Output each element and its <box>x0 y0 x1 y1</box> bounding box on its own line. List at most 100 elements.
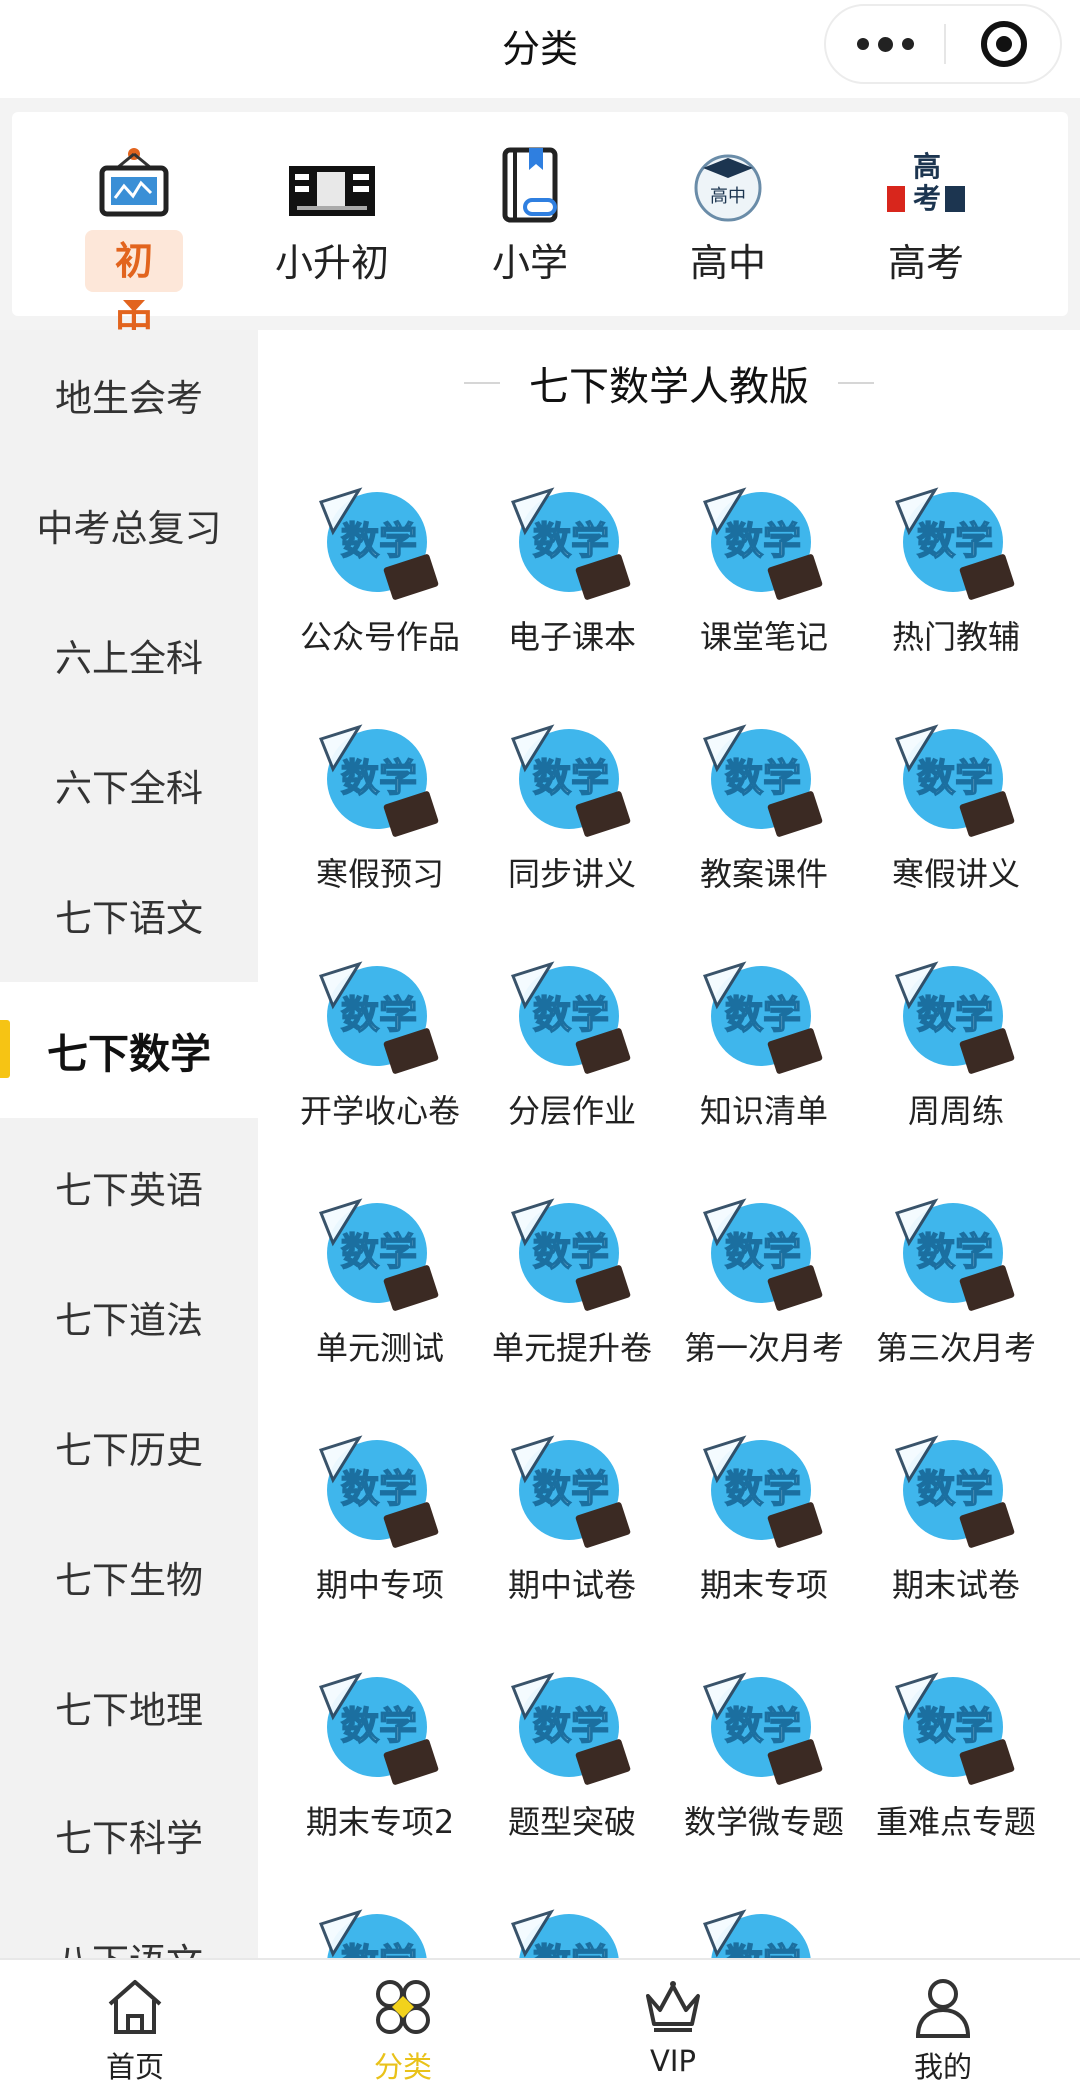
resource-tile[interactable]: 数学 期末专项2 <box>284 1665 476 1885</box>
math-subject-icon: 数学 <box>507 1665 637 1795</box>
level-label: 高考 <box>887 241 964 285</box>
nav-profile[interactable]: 我的 <box>808 1960 1078 2098</box>
level-label: 小学 <box>491 241 568 285</box>
resource-tile[interactable]: 数学 题型突破 <box>476 1665 668 1885</box>
sidebar-item[interactable]: 七下地理 <box>0 1642 258 1772</box>
resource-tile-label: 单元提升卷 <box>491 1329 652 1367</box>
math-subject-icon: 数学 <box>891 480 1021 610</box>
sidebar-item[interactable]: 七下生物 <box>0 1512 258 1642</box>
nav-home[interactable]: 首页 <box>0 1960 270 2098</box>
level-tab-junior-high[interactable]: 初中 <box>36 112 232 345</box>
level-tab-gaokao[interactable]: 高 考 高考 <box>828 112 1024 316</box>
math-subject-icon: 数学 <box>891 1428 1021 1558</box>
resource-tile[interactable]: 数学 单元测试 <box>284 1191 476 1411</box>
bottom-tab-bar: 首页 分类 VIP 我的 <box>0 1958 1080 2098</box>
math-subject-icon: 数学 <box>699 1191 829 1321</box>
mini-program-capsule <box>824 4 1062 84</box>
resource-tile-label: 期末专项2 <box>305 1803 455 1841</box>
resource-tile[interactable]: 数学 期末试卷 <box>860 1428 1052 1648</box>
sidebar-item[interactable]: 七下语文 <box>0 850 258 980</box>
close-target-icon[interactable] <box>981 21 1027 67</box>
math-subject-icon: 数学 <box>699 954 829 1084</box>
resource-tile[interactable]: 数学 期中专项 <box>284 1428 476 1648</box>
resource-tile[interactable]: 数学 课堂笔记 <box>668 480 860 700</box>
resource-tile[interactable]: 数学 开学收心卷 <box>284 954 476 1174</box>
svg-text:数学: 数学 <box>533 993 609 1037</box>
banner-image-icon <box>289 166 375 216</box>
level-tab-senior-high[interactable]: 高中 高中 <box>630 112 826 316</box>
resource-tile-label: 课堂笔记 <box>699 618 828 656</box>
resource-tile[interactable]: 数学 <box>476 1902 668 1958</box>
category-icon <box>376 1980 430 2034</box>
header-bar: 分类 <box>0 0 1080 98</box>
svg-text:数学: 数学 <box>341 756 417 800</box>
svg-text:数学: 数学 <box>725 993 801 1037</box>
resource-tile-label: 期末试卷 <box>891 1566 1020 1604</box>
sidebar-item[interactable]: 七下英语 <box>0 1122 258 1252</box>
resource-tile[interactable]: 数学 分层作业 <box>476 954 668 1174</box>
math-subject-icon: 数学 <box>507 1902 637 1958</box>
resource-tile[interactable]: 数学 公众号作品 <box>284 480 476 700</box>
resource-tile[interactable]: 数学 <box>284 1902 476 1958</box>
resource-tile[interactable]: 数学 数学微专题 <box>668 1665 860 1885</box>
resource-tile-label: 周周练 <box>907 1092 1004 1130</box>
level-label: 初中 <box>85 230 183 345</box>
svg-text:数学: 数学 <box>725 519 801 563</box>
book-icon <box>502 147 558 223</box>
svg-text:数学: 数学 <box>917 1704 993 1748</box>
graduation-cap-icon: 高中 <box>694 154 762 222</box>
resource-tile-label: 数学微专题 <box>683 1803 844 1841</box>
nav-label: 首页 <box>105 2050 164 2084</box>
resource-tile[interactable]: 数学 教案课件 <box>668 717 860 937</box>
level-tab-primary[interactable]: 小学 <box>432 112 628 316</box>
math-subject-icon: 数学 <box>699 717 829 847</box>
svg-text:数学: 数学 <box>917 993 993 1037</box>
resource-tile[interactable]: 数学 第三次月考 <box>860 1191 1052 1411</box>
resource-tile[interactable]: 数学 周周练 <box>860 954 1052 1174</box>
resource-tile[interactable]: 数学 期中试卷 <box>476 1428 668 1648</box>
svg-text:数学: 数学 <box>341 1467 417 1511</box>
sidebar-item[interactable]: 六下全科 <box>0 720 258 850</box>
active-indicator <box>0 1020 10 1078</box>
more-icon[interactable] <box>826 6 944 82</box>
resource-tile[interactable]: 数学 同步讲义 <box>476 717 668 937</box>
title-divider-right <box>838 382 874 384</box>
svg-text:数学: 数学 <box>725 1704 801 1748</box>
resource-tile[interactable]: 数学 期末专项 <box>668 1428 860 1648</box>
level-label: 高中 <box>689 241 766 285</box>
svg-text:数学: 数学 <box>341 519 417 563</box>
math-subject-icon: 数学 <box>699 1665 829 1795</box>
svg-text:数学: 数学 <box>725 1467 801 1511</box>
resource-tile-label: 第三次月考 <box>875 1329 1036 1367</box>
resource-tile-label: 热门教辅 <box>891 618 1020 656</box>
resource-tile-label: 期末专项 <box>699 1566 828 1604</box>
resource-tile[interactable]: 数学 寒假预习 <box>284 717 476 937</box>
sidebar-item[interactable]: 中考总复习 <box>0 460 258 590</box>
resource-tile[interactable]: 数学 电子课本 <box>476 480 668 700</box>
svg-text:数学: 数学 <box>341 1230 417 1274</box>
sidebar-item[interactable]: 八下语文 <box>0 1894 258 1958</box>
resource-tile-label: 期中专项 <box>315 1566 444 1604</box>
resource-tile[interactable]: 数学 重难点专题 <box>860 1665 1052 1885</box>
level-tab-primary-to-junior[interactable]: 小升初 <box>234 112 430 316</box>
sidebar-item[interactable]: 七下科学 <box>0 1770 258 1900</box>
resource-tile[interactable]: 数学 第一次月考 <box>668 1191 860 1411</box>
resource-tile[interactable]: 数学 知识清单 <box>668 954 860 1174</box>
resource-tile[interactable]: 数学 寒假讲义 <box>860 717 1052 937</box>
sidebar-item[interactable]: 七下道法 <box>0 1252 258 1382</box>
math-subject-icon: 数学 <box>507 717 637 847</box>
resource-tile[interactable]: 数学 <box>668 1902 860 1958</box>
svg-text:数学: 数学 <box>533 1704 609 1748</box>
sidebar-item-active[interactable]: 七下数学 <box>0 982 258 1118</box>
resource-tile[interactable]: 数学 热门教辅 <box>860 480 1052 700</box>
subject-sidebar: 地生会考 中考总复习 六上全科 六下全科 七下语文 七下数学 七下英语 七下道法… <box>0 330 258 1958</box>
nav-vip[interactable]: VIP <box>538 1960 808 2098</box>
sidebar-item[interactable]: 地生会考 <box>0 330 258 460</box>
sidebar-item[interactable]: 六上全科 <box>0 590 258 720</box>
svg-text:数学: 数学 <box>533 756 609 800</box>
sidebar-item[interactable]: 七下历史 <box>0 1382 258 1512</box>
svg-text:数学: 数学 <box>533 1467 609 1511</box>
resource-tile-label: 知识清单 <box>699 1092 828 1130</box>
resource-tile[interactable]: 数学 单元提升卷 <box>476 1191 668 1411</box>
nav-category[interactable]: 分类 <box>268 1960 538 2098</box>
